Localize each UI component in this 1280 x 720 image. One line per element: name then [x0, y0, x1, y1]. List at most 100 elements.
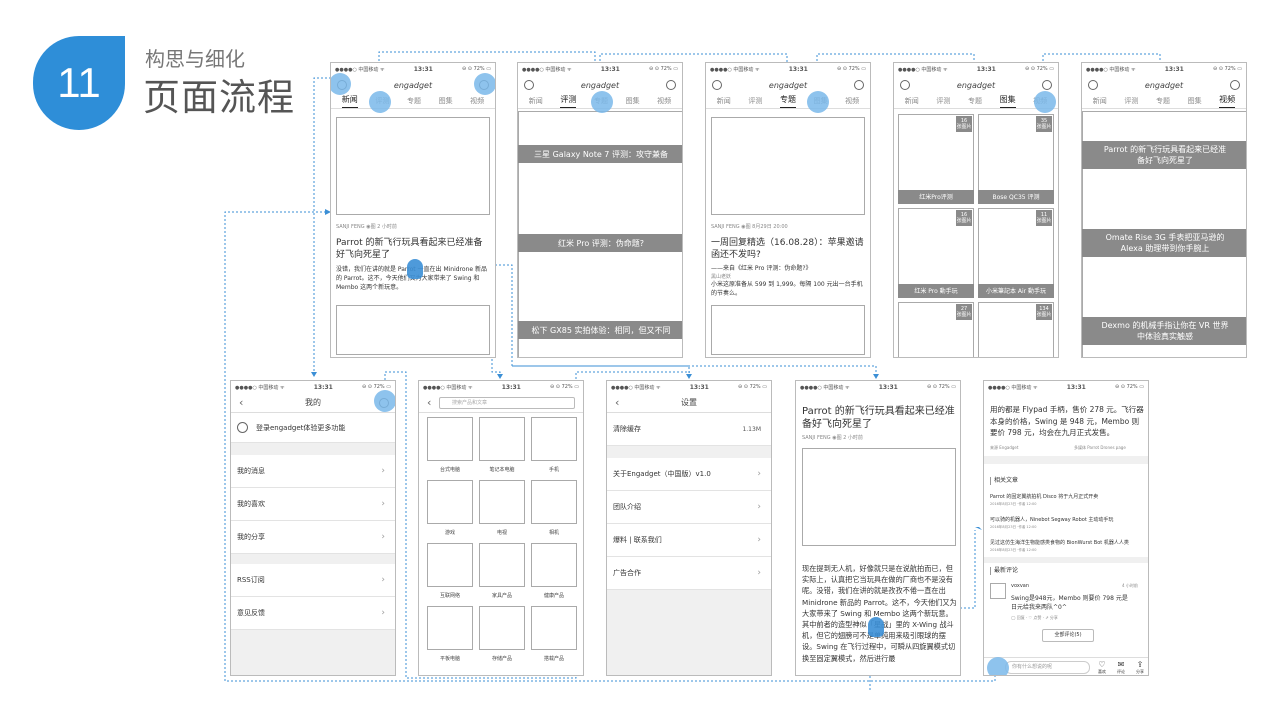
photo-count-unit: 张图片	[956, 218, 972, 224]
photo-count: 16 张图片	[956, 116, 972, 132]
tab-review[interactable]: 评测	[1124, 96, 1138, 108]
time: 13:31	[1066, 383, 1086, 391]
tab-news[interactable]: 新闻	[529, 96, 543, 108]
chat-icon: ✉	[1117, 660, 1125, 669]
tab-topic[interactable]: 专题	[968, 96, 982, 108]
photo-count: 11 张图片	[1036, 210, 1052, 226]
related-article[interactable]: 可以骑的机器人，Ninebot Segway Robot 主动动手玩	[990, 517, 1145, 524]
tab-news[interactable]: 新闻	[717, 96, 731, 108]
tab-video[interactable]: 视频	[470, 96, 484, 108]
video-card-title[interactable]: Parrot 的新飞行玩具看起来已经准备好飞向死星了	[1082, 141, 1246, 169]
comment-actions[interactable]: ◯ 回复 · ♡ 点赞 · ⇗ 分享	[1011, 615, 1058, 621]
menu-rss[interactable]: RSS订阅 ›	[231, 564, 395, 597]
back-icon[interactable]: ‹	[615, 396, 619, 409]
like-button[interactable]: ♡ 喜欢	[1096, 660, 1108, 675]
chevron-right-icon: ›	[381, 608, 385, 618]
tab-news[interactable]: 新闻	[341, 94, 358, 108]
video-card-title[interactable]: Omate Rise 3G 手表把亚马逊的Alexa 助理带到你手腕上	[1082, 229, 1246, 257]
carrier: ●●●●○ 中国移动 ᯤ	[522, 66, 572, 73]
category-thumb[interactable]	[531, 543, 577, 587]
menu-my-likes[interactable]: 我的喜欢 ›	[231, 488, 395, 521]
category-thumb[interactable]	[531, 417, 577, 461]
time: 13:31	[878, 383, 898, 391]
related-article[interactable]: 见过这仿生海洋生物能感类食物的 BionWurst Bot 机器人人类	[990, 540, 1145, 547]
user-icon[interactable]	[712, 80, 722, 90]
category-thumb[interactable]	[531, 480, 577, 524]
menu-my-shares[interactable]: 我的分享 ›	[231, 521, 395, 554]
tab-topic[interactable]: 专题	[1156, 96, 1170, 108]
setting-contact[interactable]: 爆料 | 联系我们 ›	[607, 524, 771, 557]
category-thumb[interactable]	[479, 480, 525, 524]
review-card-title[interactable]: 松下 GX85 实拍体验：相同，但又不同	[518, 321, 682, 339]
back-icon[interactable]: ‹	[427, 396, 431, 409]
share-icon: ⇪	[1136, 660, 1144, 669]
battery: ⊖ ⊙ 72% ▭	[462, 66, 491, 72]
related-article[interactable]: Parrot 的固定翼航拍机 Disco 将于九月正式开卖	[990, 494, 1145, 501]
video-card-title[interactable]: Dexmo 的机械手指让你在 VR 世界中体验真实触感	[1082, 317, 1246, 345]
tab-topic[interactable]: 专题	[407, 96, 421, 108]
status-bar: ●●●●○ 中国移动 ᯤ 13:31 ⊖ ⊙ 72% ▭	[231, 381, 395, 393]
topic-body: 小米这原准备从 599 到 1,999。每隔 100 元出一台手机的节奏么。	[711, 281, 863, 297]
user-icon[interactable]	[524, 80, 534, 90]
battery: ⊖ ⊙ 72% ▭	[1115, 384, 1144, 390]
login-row[interactable]: 登录engadget体验更多功能	[231, 413, 395, 443]
review-card-title[interactable]: 红米 Pro 评测：伪命题?	[518, 234, 682, 252]
category-thumb[interactable]	[427, 606, 473, 650]
category-thumb[interactable]	[479, 417, 525, 461]
category-thumb[interactable]	[427, 480, 473, 524]
comment-input[interactable]: 你有什么想说的呢	[1005, 661, 1090, 674]
menu-label: RSS订阅	[237, 576, 265, 584]
tab-topic[interactable]: 专题	[779, 94, 796, 108]
category-thumb[interactable]	[479, 606, 525, 650]
search-icon[interactable]	[1042, 80, 1052, 90]
setting-team[interactable]: 团队介绍 ›	[607, 491, 771, 524]
tab-review[interactable]: 评测	[560, 94, 577, 108]
search-icon[interactable]	[666, 80, 676, 90]
category-thumb[interactable]	[427, 543, 473, 587]
search-input[interactable]: 搜索产品和文章	[439, 397, 575, 409]
phone-comments-screen: ●●●●○ 中国移动 ᯤ 13:31 ⊖ ⊙ 72% ▭ 用的都是 Flypad 手…	[983, 380, 1149, 676]
tab-gallery[interactable]: 图集	[439, 96, 453, 108]
setting-ads[interactable]: 广告合作 ›	[607, 557, 771, 590]
section-gap	[607, 446, 771, 458]
carrier: ●●●●○ 中国移动 ᯤ	[710, 66, 760, 73]
setting-about[interactable]: 关于Engadget（中国版）v1.0 ›	[607, 458, 771, 491]
menu-feedback[interactable]: 意见反馈 ›	[231, 597, 395, 630]
tab-gallery[interactable]: 图集	[999, 94, 1016, 108]
user-icon[interactable]	[900, 80, 910, 90]
tab-video[interactable]: 视频	[657, 96, 671, 108]
source-label: 来源 Engadget	[990, 445, 1019, 450]
battery: ⊖ ⊙ 72% ▭	[1025, 66, 1054, 72]
category-thumb[interactable]	[427, 417, 473, 461]
search-icon[interactable]	[854, 80, 864, 90]
tab-video[interactable]: 视频	[1219, 94, 1236, 108]
user-icon[interactable]	[1088, 80, 1098, 90]
setting-clear-cache[interactable]: 清除缓存 1.13M	[607, 413, 771, 446]
tab-review[interactable]: 评测	[936, 96, 950, 108]
category-thumb[interactable]	[531, 606, 577, 650]
tab-gallery[interactable]: 图集	[626, 96, 640, 108]
search-icon[interactable]	[1230, 80, 1240, 90]
menu-my-messages[interactable]: 我的消息 ›	[231, 455, 395, 488]
review-card-title[interactable]: 三星 Galaxy Note 7 评测：攻守兼备	[518, 145, 682, 163]
heart-icon: ♡	[1098, 660, 1106, 669]
all-comments-button[interactable]: 全部评论(5)	[1042, 629, 1094, 642]
back-icon[interactable]: ‹	[239, 396, 243, 409]
tab-gallery[interactable]: 图集	[1188, 96, 1202, 108]
image-placeholder	[711, 305, 865, 355]
topic-headline[interactable]: 一周回复精选（16.08.28）：苹果邀请函还不发吗?	[711, 237, 866, 261]
chevron-right-icon: ›	[381, 499, 385, 509]
category-thumb[interactable]	[479, 543, 525, 587]
tab-news[interactable]: 新闻	[905, 96, 919, 108]
article-headline[interactable]: Parrot 的新飞行玩具看起来已经准备好飞向死星了	[336, 237, 491, 261]
tab-review[interactable]: 评测	[748, 96, 762, 108]
category-label: 搭载产品	[543, 656, 564, 662]
comment-button[interactable]: ✉ 评论	[1115, 660, 1127, 675]
topic-user: 黑山老妖	[711, 274, 732, 280]
app-header: engadget	[894, 75, 1058, 95]
chevron-right-icon: ›	[757, 568, 761, 578]
tab-news[interactable]: 新闻	[1093, 96, 1107, 108]
tab-video[interactable]: 视频	[845, 96, 859, 108]
carrier: ●●●●○ 中国移动 ᯤ	[898, 66, 948, 73]
share-button[interactable]: ⇪ 分享	[1134, 660, 1146, 675]
